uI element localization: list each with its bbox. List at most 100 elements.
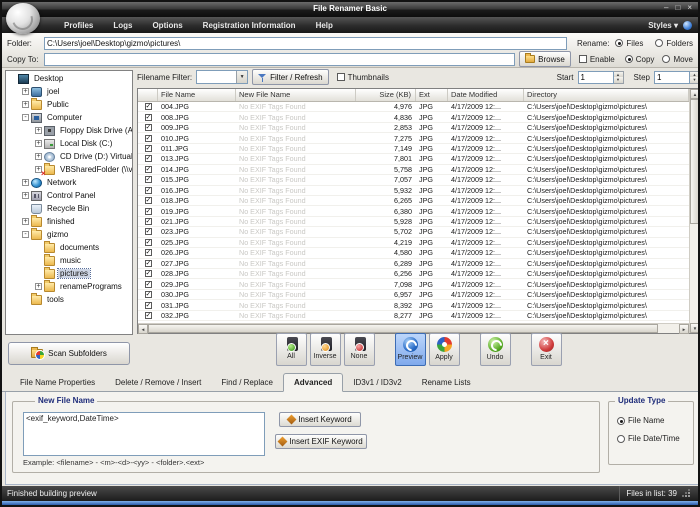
copy-to-input[interactable] — [44, 53, 515, 66]
tree-expander[interactable]: + — [22, 192, 29, 199]
table-row[interactable]: 016.JPGNo EXIF Tags Found5,932JPG4/17/20… — [138, 186, 689, 196]
horizontal-scrollbar[interactable]: ◄ ► — [138, 323, 689, 333]
tree-expander[interactable]: + — [35, 140, 42, 147]
table-row[interactable]: 021.JPGNo EXIF Tags Found5,928JPG4/17/20… — [138, 217, 689, 227]
update-file-name-option[interactable]: File Name — [617, 416, 680, 425]
menu-item-profiles[interactable]: Profiles — [54, 21, 103, 30]
tree-item-desktop[interactable]: Desktop — [6, 72, 132, 85]
start-input[interactable] — [578, 71, 614, 84]
combo-dropdown-icon[interactable]: ▼ — [236, 71, 247, 83]
row-checkbox[interactable] — [145, 197, 152, 204]
table-row[interactable]: 013.JPGNo EXIF Tags Found7,801JPG4/17/20… — [138, 154, 689, 164]
folder-input[interactable] — [44, 37, 567, 50]
row-checkbox[interactable] — [145, 281, 152, 288]
tree-expander[interactable]: - — [22, 114, 29, 121]
rename-files-option[interactable]: Files — [615, 39, 643, 48]
tab-delete-remove-insert[interactable]: Delete / Remove / Insert — [105, 374, 211, 391]
row-checkbox[interactable] — [145, 114, 152, 121]
move-radio[interactable] — [662, 55, 670, 63]
row-checkbox[interactable] — [145, 103, 152, 110]
tree-item-floppy-disk-drive-a[interactable]: +Floppy Disk Drive (A:) — [6, 124, 132, 137]
row-checkbox[interactable] — [145, 249, 152, 256]
row-checkbox[interactable] — [145, 312, 152, 319]
menu-item-options[interactable]: Options — [142, 21, 192, 30]
column-header-file-name[interactable]: File Name — [158, 89, 236, 101]
preview-button[interactable]: Preview — [395, 333, 426, 366]
column-header-ext[interactable]: Ext — [416, 89, 448, 101]
column-header-directory[interactable]: Directory — [524, 89, 689, 101]
filename-filter-combo[interactable]: ▼ — [196, 70, 248, 84]
vertical-scrollbar[interactable]: ▲ ▼ — [689, 89, 699, 333]
tree-expander[interactable]: + — [35, 127, 42, 134]
row-checkbox[interactable] — [145, 166, 152, 173]
row-checkbox[interactable] — [145, 228, 152, 235]
tree-item-cd-drive-d-virtualbox-guest[interactable]: +CD Drive (D:) VirtualBox Guest — [6, 150, 132, 163]
step-input[interactable] — [654, 71, 690, 84]
tree-item-gizmo[interactable]: -gizmo — [6, 228, 132, 241]
styles-menu[interactable]: Styles ▾ — [648, 21, 678, 30]
row-checkbox[interactable] — [145, 155, 152, 162]
column-header-new-file-name[interactable]: New File Name — [236, 89, 356, 101]
filter-refresh-button[interactable]: Filter / Refresh — [252, 69, 328, 85]
table-row[interactable]: 019.JPGNo EXIF Tags Found6,380JPG4/17/20… — [138, 206, 689, 216]
enable-checkbox[interactable] — [579, 55, 587, 63]
tree-expander[interactable]: - — [22, 231, 29, 238]
thumbnails-option[interactable]: Thumbnails — [337, 73, 389, 82]
tree-expander[interactable]: + — [22, 88, 29, 95]
tree-item-music[interactable]: music — [6, 254, 132, 267]
row-checkbox[interactable] — [145, 302, 152, 309]
row-checkbox[interactable] — [145, 187, 152, 194]
table-row[interactable]: 023.JPGNo EXIF Tags Found5,702JPG4/17/20… — [138, 227, 689, 237]
tree-item-network[interactable]: +Network — [6, 176, 132, 189]
copy-option[interactable]: Copy — [625, 55, 655, 64]
scroll-down-icon[interactable]: ▼ — [690, 323, 700, 333]
tab-id3v1-id3v2[interactable]: ID3v1 / ID3v2 — [343, 374, 411, 391]
table-row[interactable]: 009.JPGNo EXIF Tags Found2,853JPG4/17/20… — [138, 123, 689, 133]
maximize-button[interactable]: □ — [675, 3, 680, 12]
tree-item-tools[interactable]: tools — [6, 293, 132, 306]
exit-button[interactable]: Exit — [531, 333, 562, 366]
minimize-button[interactable]: – — [664, 3, 668, 12]
tree-item-public[interactable]: +Public — [6, 98, 132, 111]
table-row[interactable]: 031.JPGNo EXIF Tags Found8,392JPG4/17/20… — [138, 300, 689, 310]
move-option[interactable]: Move — [662, 55, 693, 64]
table-row[interactable]: 027.JPGNo EXIF Tags Found6,289JPG4/17/20… — [138, 259, 689, 269]
thumbnails-checkbox[interactable] — [337, 73, 345, 81]
tree-expander[interactable]: + — [35, 153, 42, 160]
table-row[interactable]: 011.JPGNo EXIF Tags Found7,149JPG4/17/20… — [138, 144, 689, 154]
row-checkbox[interactable] — [145, 176, 152, 183]
browse-button[interactable]: Browse — [519, 51, 571, 67]
insert-keyword-button[interactable]: Insert Keyword — [279, 412, 361, 427]
none-button[interactable]: None — [344, 333, 375, 366]
enable-option[interactable]: Enable — [579, 55, 615, 64]
column-header-check[interactable] — [138, 89, 158, 101]
scan-subfolders-button[interactable]: Scan Subfolders — [8, 342, 130, 365]
table-row[interactable]: 025.JPGNo EXIF Tags Found4,219JPG4/17/20… — [138, 238, 689, 248]
tab-advanced[interactable]: Advanced — [283, 373, 343, 392]
horizontal-scroll-thumb[interactable] — [148, 324, 658, 333]
scroll-up-icon[interactable]: ▲ — [690, 89, 700, 99]
row-checkbox[interactable] — [145, 208, 152, 215]
tree-item-recycle-bin[interactable]: Recycle Bin — [6, 202, 132, 215]
row-checkbox[interactable] — [145, 260, 152, 267]
column-header-date-modified[interactable]: Date Modified — [448, 89, 524, 101]
update-file-datetime-option[interactable]: File Date/Time — [617, 434, 680, 443]
file-datetime-radio[interactable] — [617, 435, 625, 443]
rename-folders-option[interactable]: Folders — [655, 39, 693, 48]
file-name-radio[interactable] — [617, 417, 625, 425]
styles-globe-icon[interactable] — [683, 21, 692, 30]
table-row[interactable]: 032.JPGNo EXIF Tags Found8,277JPG4/17/20… — [138, 311, 689, 321]
menu-item-help[interactable]: Help — [306, 21, 343, 30]
row-checkbox[interactable] — [145, 135, 152, 142]
new-file-name-input[interactable]: <exif_keyword,DateTime> — [23, 412, 265, 456]
table-row[interactable]: 026.JPGNo EXIF Tags Found4,580JPG4/17/20… — [138, 248, 689, 258]
tree-expander[interactable]: + — [22, 101, 29, 108]
tree-item-pictures[interactable]: pictures — [6, 267, 132, 280]
table-row[interactable]: 030.JPGNo EXIF Tags Found6,957JPG4/17/20… — [138, 290, 689, 300]
tree-expander[interactable]: + — [22, 179, 29, 186]
start-spin-buttons[interactable]: ▲▼ — [614, 71, 624, 84]
row-checkbox[interactable] — [145, 145, 152, 152]
resize-grip[interactable] — [682, 490, 690, 498]
tree-item-computer[interactable]: -Computer — [6, 111, 132, 124]
tree-item-joel[interactable]: +joel — [6, 85, 132, 98]
